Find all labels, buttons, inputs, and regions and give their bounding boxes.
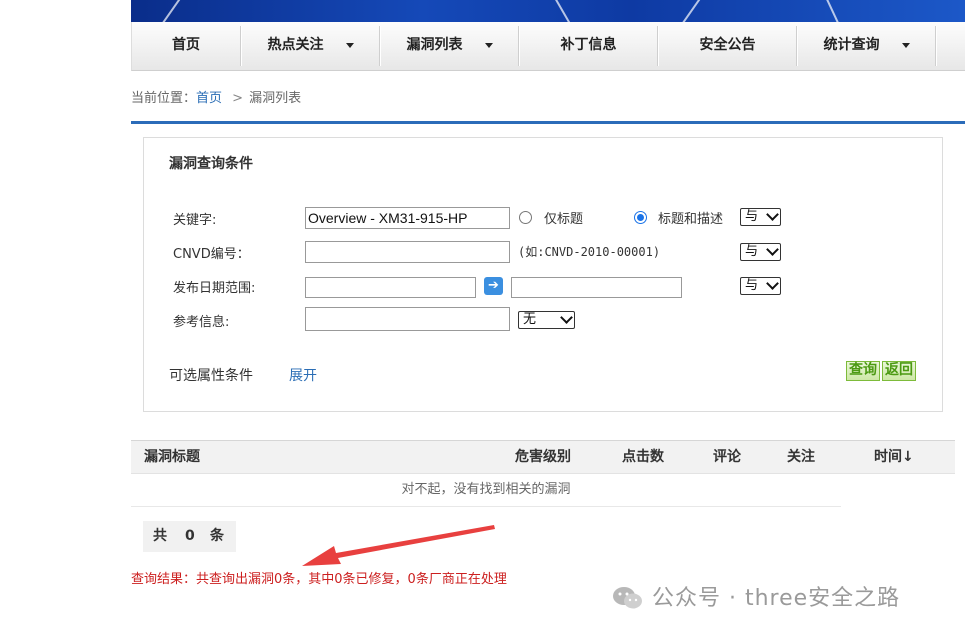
arrow-right-icon[interactable]: ➔ [484, 277, 503, 295]
col-severity[interactable]: 危害级别 [515, 441, 571, 473]
nav-home[interactable]: 首页 [132, 22, 240, 70]
radio-title-only-label: 仅标题 [544, 212, 584, 227]
keyword-label: 关键字: [173, 213, 217, 228]
result-count: 共 0 条 [143, 521, 236, 552]
reference-select[interactable]: 无 [518, 311, 575, 329]
main-nav: 首页 热点关注 漏洞列表 补丁信息 安全公告 统计查询 [131, 22, 965, 71]
nav-vuln-list[interactable]: 漏洞列表 [381, 22, 518, 70]
nav-statistics[interactable]: 统计查询 [798, 22, 935, 70]
cnvd-input[interactable] [305, 241, 510, 263]
expand-link[interactable]: 展开 [289, 365, 317, 385]
count-value: 0 [185, 528, 195, 544]
query-button[interactable]: 查询 [846, 361, 880, 381]
nav-patch-info[interactable]: 补丁信息 [520, 22, 657, 70]
back-button[interactable]: 返回 [882, 361, 916, 381]
chevron-down-icon [345, 42, 354, 48]
keyword-input[interactable]: Overview - XM31-915-HP [305, 207, 510, 229]
col-time-sort[interactable]: 时间↓ [874, 441, 914, 473]
section-divider [131, 121, 965, 124]
query-result-summary: 查询结果：共查询出漏洞0条，其中0条已修复，0条厂商正在处理 [131, 572, 507, 587]
chevron-down-icon [484, 42, 493, 48]
cnvd-hint: (如:CNVD-2010-00001) [518, 245, 661, 259]
reference-input[interactable] [305, 307, 510, 331]
reference-label: 参考信息: [173, 315, 230, 330]
col-clicks[interactable]: 点击数 [622, 441, 664, 473]
breadcrumb-prefix: 当前位置： [131, 91, 197, 106]
chevron-down-icon [766, 243, 779, 256]
breadcrumb-separator: > [232, 91, 244, 106]
search-panel-title: 漏洞查询条件 [169, 156, 253, 172]
chevron-down-icon [766, 277, 779, 290]
count-prefix: 共 [153, 528, 167, 544]
nav-security-notice[interactable]: 安全公告 [659, 22, 796, 70]
breadcrumb-current: 漏洞列表 [249, 91, 302, 106]
top-banner [131, 0, 965, 22]
watermark-text: 公众号 · three安全之路 [652, 586, 901, 611]
date-from-input[interactable] [305, 277, 476, 298]
cnvd-label: CNVD编号： [173, 247, 250, 262]
wechat-icon [613, 587, 642, 609]
empty-result-message: 对不起，没有找到相关的漏洞 [131, 474, 841, 507]
breadcrumb: 当前位置：首页 > 漏洞列表 [131, 87, 301, 106]
chevron-down-icon [560, 311, 573, 324]
nav-hot-topics[interactable]: 热点关注 [242, 22, 379, 70]
col-comments[interactable]: 评论 [713, 441, 741, 473]
chevron-down-icon [766, 208, 779, 221]
chevron-down-icon [901, 42, 910, 48]
radio-title-desc[interactable] [634, 211, 647, 224]
col-title[interactable]: 漏洞标题 [144, 441, 200, 473]
radio-title-desc-label: 标题和描述 [658, 212, 724, 227]
breadcrumb-home-link[interactable]: 首页 [196, 91, 222, 106]
count-suffix: 条 [210, 528, 224, 544]
logic-select-3[interactable]: 与 [740, 277, 781, 295]
radio-title-only[interactable] [519, 211, 532, 224]
search-panel [143, 137, 943, 412]
optional-conditions-label: 可选属性条件 [169, 368, 253, 384]
logic-select-1[interactable]: 与 [740, 208, 781, 226]
date-range-label: 发布日期范围: [173, 281, 256, 296]
logic-select-2[interactable]: 与 [740, 243, 781, 261]
col-follows[interactable]: 关注 [787, 441, 815, 473]
results-table-header: 漏洞标题 危害级别 点击数 评论 关注 时间↓ [131, 440, 955, 474]
date-to-input[interactable] [511, 277, 682, 298]
